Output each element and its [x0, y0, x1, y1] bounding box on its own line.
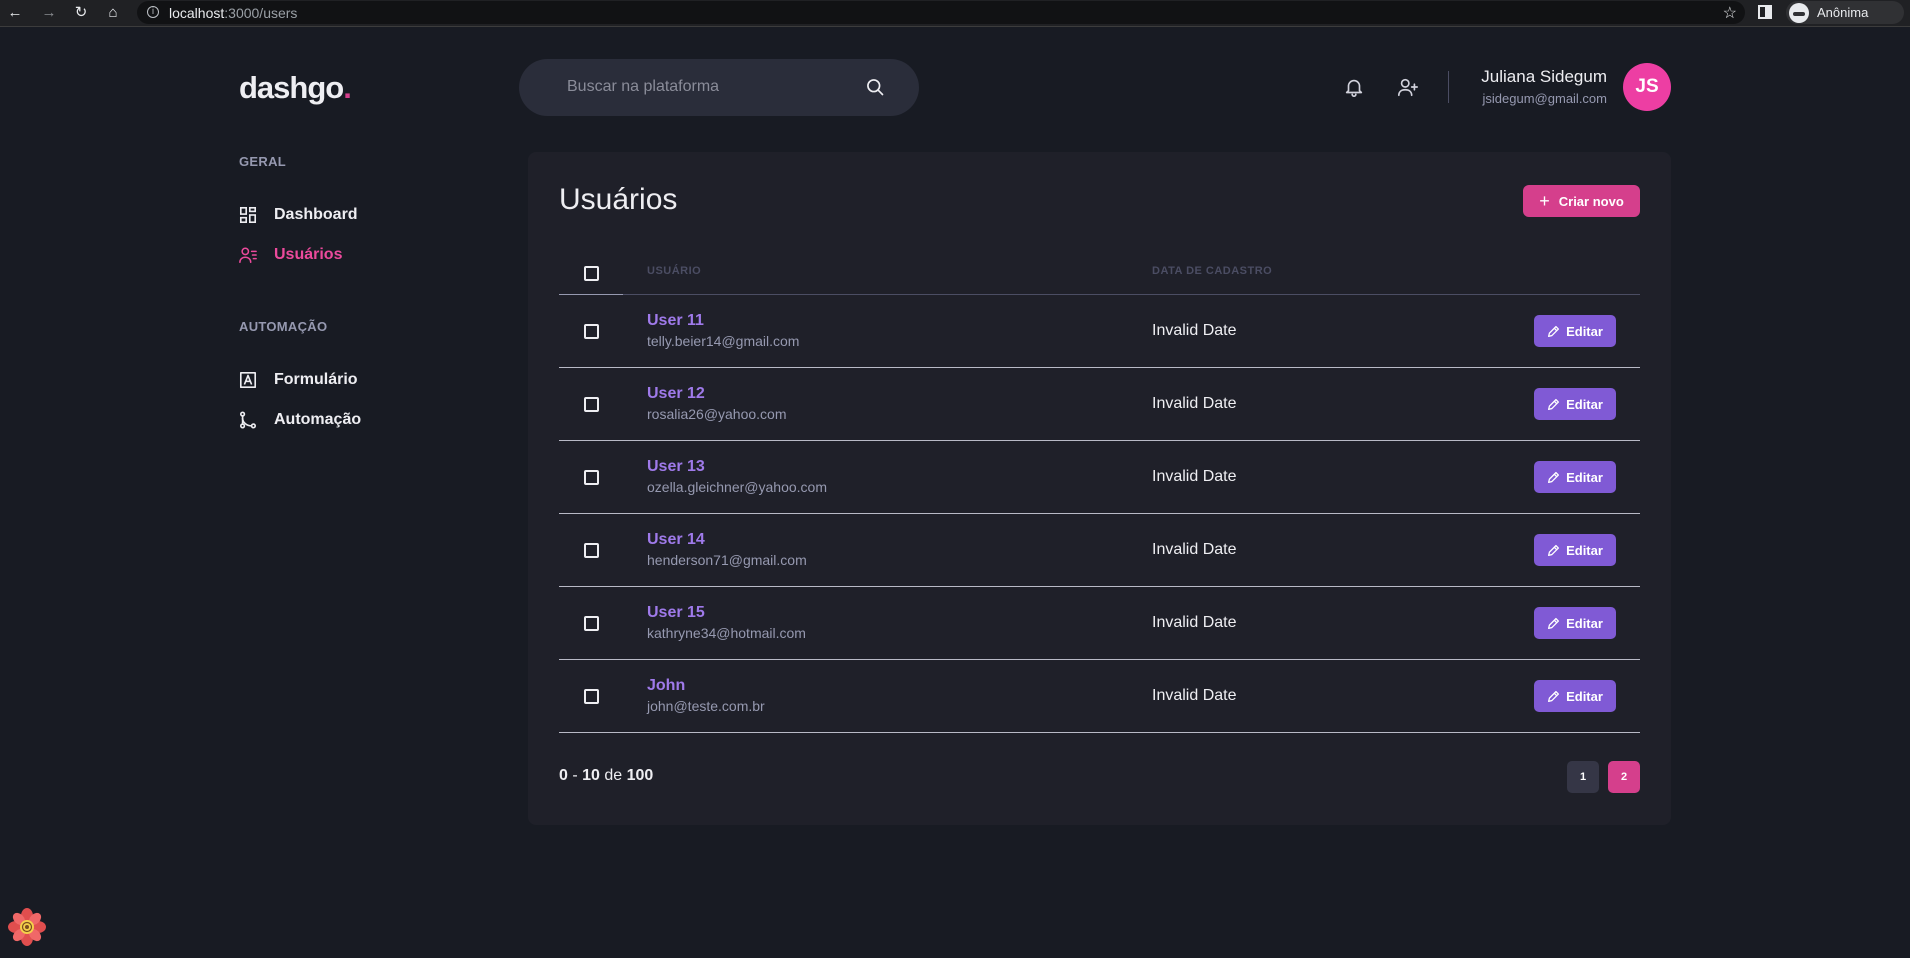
page-title: Usuários — [559, 183, 678, 216]
sidebar-item-label: Automação — [274, 411, 362, 428]
user-name-link[interactable]: User 13 — [647, 458, 705, 476]
sidebar-section-geral: GERAL — [239, 154, 286, 169]
forward-icon[interactable]: → — [40, 4, 58, 22]
pencil-icon — [1548, 690, 1560, 702]
edit-button[interactable]: Editar — [1534, 680, 1616, 712]
pagination-summary: 0 - 10 de 100 — [559, 767, 654, 784]
sidebar-section-automacao: AUTOMAÇÃO — [239, 319, 328, 334]
search-bar[interactable]: Buscar na plataforma — [519, 59, 919, 116]
users-icon — [239, 247, 257, 263]
plus-icon: + — [1539, 190, 1550, 211]
pencil-icon — [1548, 544, 1560, 556]
registration-date: Invalid Date — [1152, 541, 1237, 558]
table-row: User 14 henderson71@gmail.com Invalid Da… — [559, 514, 1640, 587]
dashboard-icon — [239, 206, 257, 224]
profile-label: Anônima — [1817, 5, 1869, 20]
page-button-2[interactable]: 2 — [1608, 761, 1640, 793]
user-name: Juliana Sidegum — [1481, 67, 1607, 86]
bookmark-star-icon[interactable]: ☆ — [1723, 3, 1737, 23]
form-icon — [239, 371, 257, 389]
back-icon[interactable]: ← — [6, 4, 24, 22]
edit-button-label: Editar — [1566, 396, 1603, 412]
edit-button-label: Editar — [1566, 469, 1603, 485]
logo: dashgo. — [239, 70, 352, 105]
edit-button[interactable]: Editar — [1534, 534, 1616, 566]
pencil-icon — [1548, 471, 1560, 483]
row-checkbox[interactable] — [584, 616, 599, 631]
pencil-icon — [1548, 617, 1560, 629]
edit-button[interactable]: Editar — [1534, 388, 1616, 420]
sidebar-item-automacao[interactable]: Automação — [239, 408, 361, 432]
user-email-text: kathryne34@hotmail.com — [647, 625, 806, 641]
avatar[interactable]: JS — [1623, 63, 1671, 111]
table-row: User 15 kathryne34@hotmail.com Invalid D… — [559, 587, 1640, 660]
sidebar-item-label: Usuários — [274, 246, 343, 263]
user-name-link[interactable]: User 15 — [647, 604, 705, 622]
table-row: User 11 telly.beier14@gmail.com Invalid … — [559, 295, 1640, 368]
git-merge-icon — [239, 411, 257, 429]
header-divider — [1448, 71, 1449, 103]
edit-button-label: Editar — [1566, 688, 1603, 704]
row-checkbox[interactable] — [584, 397, 599, 412]
sidebar-item-formulario[interactable]: Formulário — [239, 368, 358, 392]
edit-button[interactable]: Editar — [1534, 607, 1616, 639]
user-name-link[interactable]: User 11 — [647, 312, 704, 330]
registration-date: Invalid Date — [1152, 322, 1237, 339]
user-name-link[interactable]: John — [647, 677, 685, 695]
edit-button-label: Editar — [1566, 323, 1603, 339]
registration-date: Invalid Date — [1152, 468, 1237, 485]
pencil-icon — [1548, 398, 1560, 410]
create-button-label: Criar novo — [1558, 193, 1624, 209]
edit-button-label: Editar — [1566, 615, 1603, 631]
column-header-user: USUÁRIO — [647, 265, 702, 277]
side-panel-icon[interactable] — [1758, 5, 1772, 19]
page-button-1[interactable]: 1 — [1567, 761, 1599, 793]
edit-button[interactable]: Editar — [1534, 461, 1616, 493]
row-checkbox[interactable] — [584, 543, 599, 558]
table-header: USUÁRIO DATA DE CADASTRO — [559, 252, 1640, 295]
devtools-flower-icon[interactable] — [7, 907, 47, 947]
registration-date: Invalid Date — [1152, 687, 1237, 704]
incognito-profile-button[interactable]: Anônima — [1786, 1, 1904, 24]
table-row: User 12 rosalia26@yahoo.com Invalid Date… — [559, 368, 1640, 441]
user-email-text: ozella.gleichner@yahoo.com — [647, 479, 827, 495]
search-icon[interactable] — [865, 77, 885, 97]
site-info-icon[interactable]: i — [147, 6, 159, 18]
user-email-text: rosalia26@yahoo.com — [647, 406, 787, 422]
table-row: John john@teste.com.br Invalid Date Edit… — [559, 660, 1640, 733]
registration-date: Invalid Date — [1152, 614, 1237, 631]
registration-date: Invalid Date — [1152, 395, 1237, 412]
row-checkbox[interactable] — [584, 689, 599, 704]
user-email: jsidegum@gmail.com — [1482, 91, 1607, 106]
user-name-link[interactable]: User 14 — [647, 531, 705, 549]
reload-icon[interactable]: ↻ — [72, 4, 90, 22]
select-all-checkbox[interactable] — [584, 266, 599, 281]
user-email-text: telly.beier14@gmail.com — [647, 333, 800, 349]
table-row: User 13 ozella.gleichner@yahoo.com Inval… — [559, 441, 1640, 514]
url-text[interactable]: localhost:3000/users — [169, 5, 297, 21]
incognito-icon — [1789, 3, 1809, 23]
users-card: Usuários + Criar novo USUÁRIO DATA DE CA… — [528, 152, 1671, 825]
user-name-link[interactable]: User 12 — [647, 385, 705, 403]
create-user-button[interactable]: + Criar novo — [1523, 185, 1640, 217]
row-checkbox[interactable] — [584, 470, 599, 485]
edit-button[interactable]: Editar — [1534, 315, 1616, 347]
column-header-date: DATA DE CADASTRO — [1152, 265, 1273, 277]
sidebar-item-label: Dashboard — [274, 206, 358, 223]
pencil-icon — [1548, 325, 1560, 337]
sidebar-item-usuarios[interactable]: Usuários — [239, 243, 342, 267]
add-user-icon[interactable] — [1397, 76, 1419, 98]
sidebar-item-dashboard[interactable]: Dashboard — [239, 203, 358, 227]
browser-toolbar: ← → ↻ ⌂ i localhost:3000/users ☆ Anônima — [0, 0, 1910, 27]
user-email-text: henderson71@gmail.com — [647, 552, 807, 568]
home-icon[interactable]: ⌂ — [104, 4, 122, 22]
address-bar[interactable]: i localhost:3000/users ☆ — [137, 1, 1745, 24]
user-email-text: john@teste.com.br — [647, 698, 765, 714]
edit-button-label: Editar — [1566, 542, 1603, 558]
sidebar-item-label: Formulário — [274, 371, 358, 388]
row-checkbox[interactable] — [584, 324, 599, 339]
bell-icon[interactable] — [1343, 76, 1365, 98]
search-input[interactable]: Buscar na plataforma — [567, 78, 719, 96]
